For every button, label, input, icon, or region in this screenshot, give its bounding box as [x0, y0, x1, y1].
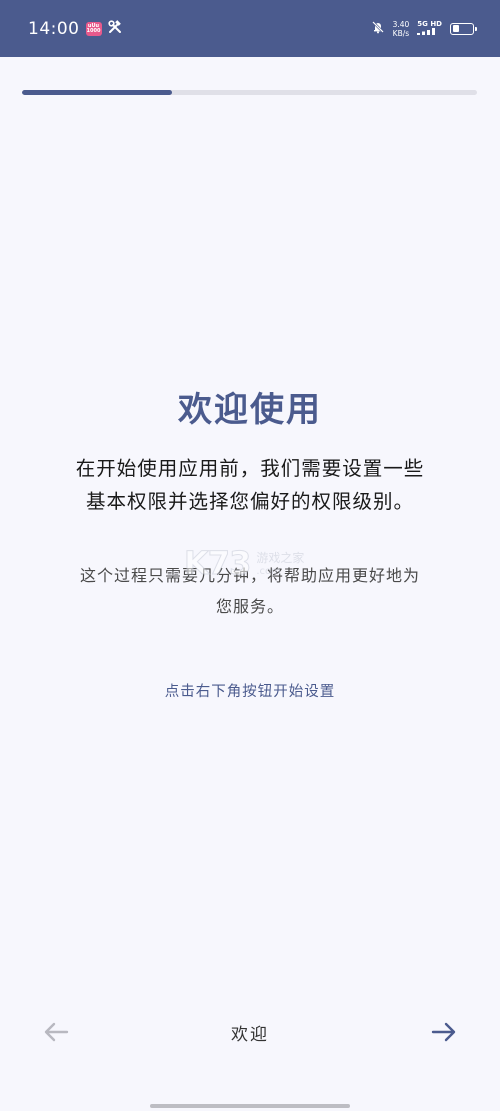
status-time: 14:00	[28, 18, 80, 39]
signal-bars-icon	[417, 28, 436, 35]
arrow-right-icon	[431, 1022, 456, 1042]
start-hint: 点击右下角按钮开始设置	[164, 684, 336, 700]
setup-progress-bar	[22, 90, 477, 95]
app-badge-icon: uUu 1000	[85, 21, 102, 36]
battery-icon	[450, 22, 477, 35]
signal-indicator: 5G HD	[417, 20, 442, 37]
watermark-text: 游戏之家 .com	[256, 549, 304, 577]
net-speed-unit: KB/s	[392, 28, 410, 38]
watermark: K73 游戏之家 .com	[183, 536, 324, 590]
watermark-url: .com	[256, 566, 281, 577]
signal-label: 5G HD	[417, 20, 442, 28]
next-button[interactable]	[428, 1016, 460, 1048]
setup-progress-fill	[22, 90, 173, 95]
watermark-logo: K73	[183, 544, 251, 583]
battery-fill	[452, 25, 460, 32]
status-bar: 14:00 uUu 1000 3.40 KB/s 5G HD	[0, 0, 500, 57]
duration-line-2: 您服务。	[215, 597, 284, 616]
intro-line-2: 基本权限并选择您偏好的权限级别。	[85, 490, 414, 513]
home-indicator[interactable]	[150, 1104, 350, 1108]
watermark-name: 游戏之家	[256, 551, 305, 565]
hammer-wrench-icon	[107, 19, 122, 38]
net-speed: 3.40 KB/s	[393, 20, 410, 38]
status-left: 14:00 uUu 1000	[28, 19, 122, 39]
status-right: 3.40 KB/s 5G HD	[371, 19, 477, 38]
app-badge-bottom: 1000	[86, 27, 101, 34]
intro-text: 在开始使用应用前，我们需要设置一些 基本权限并选择您偏好的权限级别。	[50, 452, 450, 518]
bell-off-icon	[371, 19, 385, 38]
step-label: 欢迎	[231, 1025, 269, 1045]
net-speed-value: 3.40	[392, 19, 410, 29]
page-title: 欢迎使用	[178, 390, 322, 430]
intro-line-1: 在开始使用应用前，我们需要设置一些	[75, 457, 425, 480]
